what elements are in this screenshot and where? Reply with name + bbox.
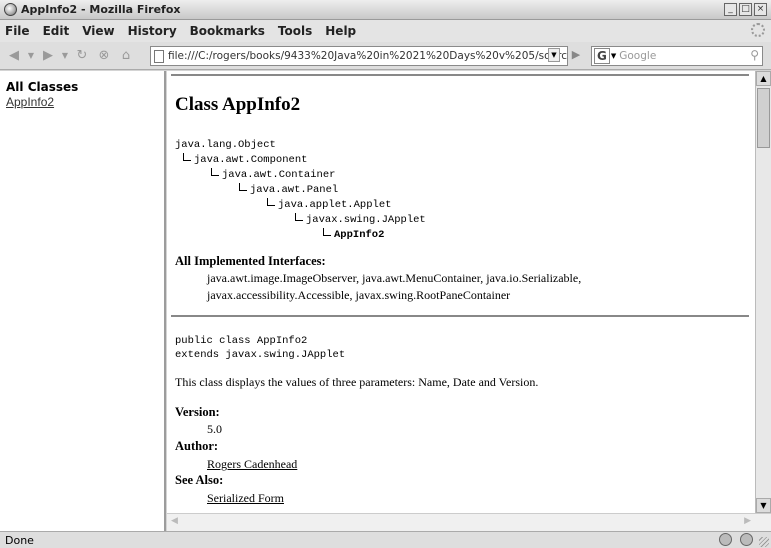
menu-edit[interactable]: Edit bbox=[43, 24, 70, 38]
maximize-button[interactable]: □ bbox=[739, 3, 752, 16]
go-icon[interactable]: ▶ bbox=[568, 48, 584, 64]
navigation-toolbar: ◀ ▼ ▶ ▼ ↻ ⊗ ⌂ file:///C:/rogers/books/94… bbox=[0, 42, 771, 70]
hierarchy-item: java.awt.Container bbox=[211, 168, 335, 181]
search-icon[interactable]: ⚲ bbox=[750, 48, 759, 62]
security-icon[interactable] bbox=[740, 533, 753, 546]
menu-tools[interactable]: Tools bbox=[278, 24, 312, 38]
class-description: This class displays the values of three … bbox=[175, 375, 539, 389]
throbber-icon bbox=[751, 23, 765, 37]
window-controls: _ □ × bbox=[724, 3, 767, 16]
divider bbox=[171, 74, 749, 76]
class-link-appinfo2[interactable]: AppInfo2 bbox=[6, 95, 164, 109]
url-text[interactable]: file:///C:/rogers/books/9433%20Java%20in… bbox=[168, 50, 567, 62]
status-icons bbox=[719, 533, 753, 546]
search-engine-icon[interactable]: G bbox=[594, 48, 610, 64]
scroll-down-icon[interactable]: ▼ bbox=[756, 498, 771, 513]
menu-bar: File Edit View History Bookmarks Tools H… bbox=[0, 20, 771, 42]
interfaces-heading: All Implemented Interfaces: bbox=[175, 254, 326, 268]
interfaces-list-line-2: javax.accessibility.Accessible, javax.sw… bbox=[207, 288, 511, 302]
horizontal-scrollbar[interactable]: ◀ ▶ bbox=[167, 513, 771, 531]
hierarchy-item: java.awt.Panel bbox=[239, 183, 338, 196]
window-title: AppInfo2 - Mozilla Firefox bbox=[21, 3, 181, 16]
scroll-thumb[interactable] bbox=[757, 88, 770, 148]
status-text: Done bbox=[5, 533, 34, 547]
status-bar: Done bbox=[0, 531, 771, 548]
reload-icon[interactable]: ↻ bbox=[73, 47, 91, 65]
forward-icon[interactable]: ▶ bbox=[39, 47, 57, 65]
url-dropdown-icon[interactable]: ▼ bbox=[548, 48, 560, 62]
search-input[interactable]: Google bbox=[619, 50, 656, 62]
author-heading: Author: bbox=[175, 439, 219, 453]
class-declaration-line-1: public class AppInfo2 bbox=[175, 335, 308, 347]
address-bar[interactable]: file:///C:/rogers/books/9433%20Java%20in… bbox=[150, 46, 568, 66]
page-icon bbox=[154, 49, 164, 63]
all-classes-heading: All Classes bbox=[6, 80, 79, 94]
serialized-form-link[interactable]: Serialized Form bbox=[207, 491, 284, 506]
version-heading: Version: bbox=[175, 405, 220, 419]
search-engine-dropdown-icon[interactable]: ▼ bbox=[611, 52, 616, 60]
addon-icon[interactable] bbox=[719, 533, 732, 546]
stop-icon[interactable]: ⊗ bbox=[95, 47, 113, 65]
back-dropdown-icon[interactable]: ▼ bbox=[27, 47, 35, 65]
menu-bookmarks[interactable]: Bookmarks bbox=[190, 24, 265, 38]
hierarchy-item: java.awt.Component bbox=[183, 153, 307, 166]
home-icon[interactable]: ⌂ bbox=[117, 47, 135, 65]
class-declaration-line-2: extends javax.swing.JApplet bbox=[175, 349, 346, 361]
menu-view[interactable]: View bbox=[82, 24, 114, 38]
interfaces-list-line-1: java.awt.image.ImageObserver, java.awt.M… bbox=[207, 271, 582, 285]
version-value: 5.0 bbox=[207, 422, 222, 436]
scroll-up-icon[interactable]: ▲ bbox=[756, 71, 771, 86]
vertical-scrollbar[interactable]: ▲ ▼ bbox=[755, 71, 771, 513]
author-link[interactable]: Rogers Cadenhead bbox=[207, 457, 297, 472]
menu-history[interactable]: History bbox=[128, 24, 177, 38]
class-detail-frame: Class AppInfo2 java.lang.Object java.awt… bbox=[167, 71, 755, 513]
back-icon[interactable]: ◀ bbox=[5, 47, 23, 65]
scroll-left-icon[interactable]: ◀ bbox=[171, 516, 178, 526]
all-classes-frame: All Classes AppInfo2 bbox=[0, 71, 166, 531]
forward-dropdown-icon[interactable]: ▼ bbox=[61, 47, 69, 65]
scroll-right-icon[interactable]: ▶ bbox=[744, 516, 751, 526]
menu-help[interactable]: Help bbox=[325, 24, 356, 38]
resize-grip[interactable] bbox=[759, 537, 769, 547]
hierarchy-item: java.lang.Object bbox=[175, 139, 276, 151]
menu-file[interactable]: File bbox=[5, 24, 30, 38]
firefox-icon bbox=[4, 3, 17, 16]
hierarchy-item: java.applet.Applet bbox=[267, 198, 391, 211]
title-bar: AppInfo2 - Mozilla Firefox _ □ × bbox=[0, 0, 771, 20]
see-also-heading: See Also: bbox=[175, 473, 224, 487]
minimize-button[interactable]: _ bbox=[724, 3, 737, 16]
page-title: Class AppInfo2 bbox=[175, 94, 301, 115]
divider bbox=[171, 315, 749, 317]
close-button[interactable]: × bbox=[754, 3, 767, 16]
hierarchy-item-current: AppInfo2 bbox=[323, 228, 384, 241]
hierarchy-item: javax.swing.JApplet bbox=[295, 213, 426, 226]
search-box[interactable]: G ▼ Google ⚲ bbox=[591, 46, 763, 66]
